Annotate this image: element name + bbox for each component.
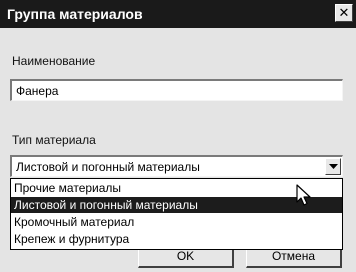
name-input[interactable]: Фанера: [10, 79, 343, 101]
dropdown-option-selected[interactable]: Листовой и погонный материалы: [11, 197, 342, 213]
dropdown-option[interactable]: Крепеж и фурнитура: [11, 231, 342, 247]
material-type-dropdown-list: Прочие материалы Листовой и погонный мат…: [10, 178, 343, 250]
mouse-pointer-icon: [296, 184, 311, 206]
material-type-label: Тип материала: [12, 133, 96, 147]
window-title: Группа материалов: [7, 6, 143, 22]
name-label: Наименование: [12, 54, 96, 68]
dropdown-option[interactable]: Прочие материалы: [11, 180, 342, 196]
chevron-down-icon: [329, 164, 338, 169]
dropdown-button[interactable]: [325, 158, 341, 175]
dropdown-option[interactable]: Кромочный материал: [11, 214, 342, 230]
material-type-selected-value: Листовой и погонный материалы: [16, 160, 200, 174]
close-icon[interactable]: ✕: [335, 4, 353, 22]
material-type-select[interactable]: Листовой и погонный материалы: [10, 155, 343, 177]
material-group-dialog: Группа материалов ✕ Наименование Фанера …: [0, 0, 356, 272]
title-bar[interactable]: Группа материалов ✕: [0, 0, 356, 28]
